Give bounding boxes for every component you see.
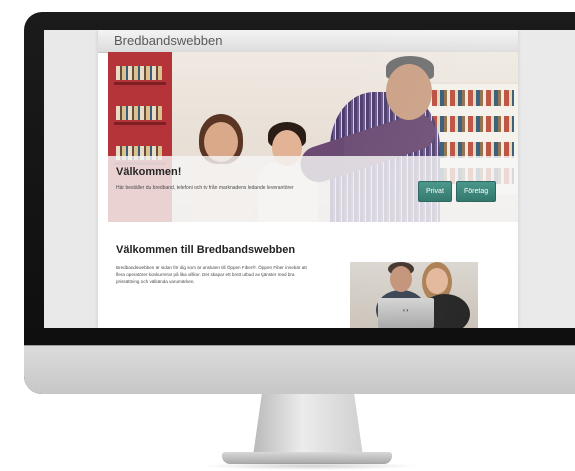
intro-paragraph: Bredbandswebben är sidan för dig som är … <box>116 265 307 284</box>
monitor-screen: Bredbandswebben Välkommen! Här beställer… <box>44 30 575 328</box>
website-page: Bredbandswebben Välkommen! Här beställer… <box>98 30 518 328</box>
welcome-text: Här beställer du bredband, telefoni och … <box>116 185 294 191</box>
welcome-panel: Välkommen! Här beställer du bredband, te… <box>108 156 518 222</box>
monitor-stand <box>253 394 363 456</box>
site-title[interactable]: Bredbandswebben <box>114 33 222 48</box>
welcome-heading: Välkommen! <box>116 166 182 178</box>
monitor-chin <box>24 345 575 394</box>
foretag-button[interactable]: Företag <box>456 181 497 202</box>
privat-button[interactable]: Privat <box>418 181 452 202</box>
page-title: Välkommen till Bredbandswebben <box>116 244 296 256</box>
family-laptop-photo: ◖◗ <box>350 262 478 328</box>
laptop: ◖◗ <box>378 298 434 328</box>
laptop-logo-icon: ◖◗ <box>402 308 410 314</box>
site-header: Bredbandswebben <box>98 30 518 53</box>
